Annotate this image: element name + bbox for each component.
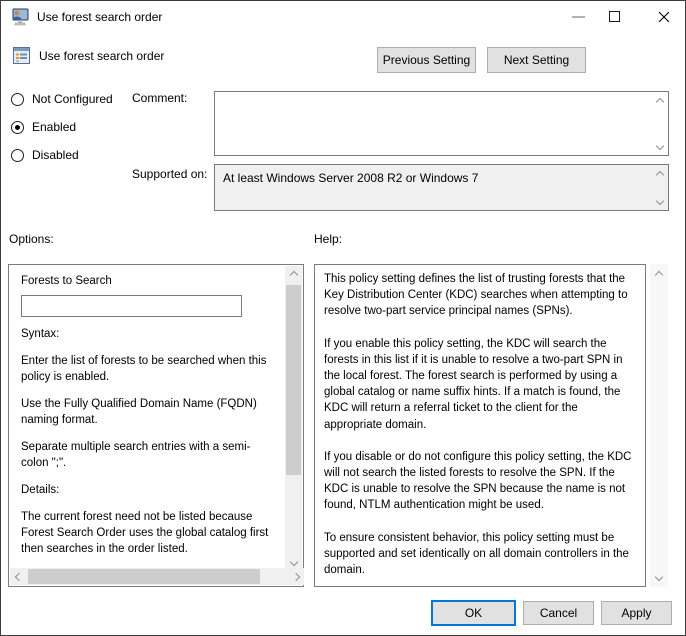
supported-on-value: At least Windows Server 2008 R2 or Windo… xyxy=(215,165,668,185)
radio-label: Enabled xyxy=(32,120,76,134)
maximize-button[interactable] xyxy=(597,1,631,32)
comment-textarea[interactable] xyxy=(216,93,650,154)
options-label: Options: xyxy=(9,232,54,246)
comment-scroll-up-button[interactable] xyxy=(651,93,668,110)
chevron-down-icon xyxy=(655,196,663,204)
supported-scroll-up-icon xyxy=(651,166,668,183)
radio-label: Not Configured xyxy=(32,92,113,106)
window-title: Use forest search order xyxy=(37,1,162,32)
syntax-paragraph: Enter the list of forests to be searched… xyxy=(21,353,277,385)
policy-title: Use forest search order xyxy=(39,47,164,64)
supported-on-box: At least Windows Server 2008 R2 or Windo… xyxy=(214,164,669,211)
chevron-up-icon xyxy=(655,97,663,105)
help-vertical-scrollbar[interactable] xyxy=(650,264,668,587)
details-paragraph: The current forest need not be listed be… xyxy=(21,509,277,557)
options-panel: Forests to Search Syntax: Enter the list… xyxy=(8,264,304,587)
next-setting-button[interactable]: Next Setting xyxy=(487,47,586,73)
help-panel: This policy setting defines the list of … xyxy=(314,264,646,587)
title-bar: Use forest search order xyxy=(1,1,685,32)
scroll-thumb[interactable] xyxy=(28,569,260,584)
forests-to-search-label: Forests to Search xyxy=(21,273,277,289)
minimize-button[interactable] xyxy=(561,1,595,32)
radio-label: Disabled xyxy=(32,148,79,162)
details-heading: Details: xyxy=(21,482,277,498)
options-vertical-scrollbar[interactable] xyxy=(285,266,302,570)
policy-setting-icon xyxy=(13,47,30,64)
chevron-up-icon xyxy=(289,270,297,278)
help-label: Help: xyxy=(314,232,342,246)
options-content: Forests to Search Syntax: Enter the list… xyxy=(10,266,287,570)
minimize-icon xyxy=(572,16,585,18)
close-button[interactable] xyxy=(647,1,681,32)
supported-on-label: Supported on: xyxy=(132,167,207,181)
chevron-down-icon xyxy=(289,557,297,565)
apply-button[interactable]: Apply xyxy=(601,601,672,625)
supported-scroll-down-icon xyxy=(651,192,668,209)
previous-setting-button[interactable]: Previous Setting xyxy=(377,47,476,73)
chevron-down-icon xyxy=(655,141,663,149)
help-paragraph: To ensure consistent behavior, this poli… xyxy=(324,530,636,579)
chevron-left-icon xyxy=(14,572,22,580)
syntax-heading: Syntax: xyxy=(21,326,277,342)
chevron-up-icon xyxy=(654,270,662,278)
radio-not-configured[interactable]: Not Configured xyxy=(11,92,113,106)
chevron-right-icon xyxy=(291,572,299,580)
help-paragraph: This policy setting defines the list of … xyxy=(324,271,636,320)
scroll-thumb[interactable] xyxy=(286,285,301,475)
radio-disabled[interactable]: Disabled xyxy=(11,148,79,162)
cancel-button[interactable]: Cancel xyxy=(523,601,594,625)
help-paragraph: If you disable or do not configure this … xyxy=(324,449,636,514)
chevron-up-icon xyxy=(655,170,663,178)
scroll-right-button[interactable] xyxy=(287,568,304,585)
scroll-up-button[interactable] xyxy=(285,266,302,283)
policy-setting-dialog: Use forest search order Use forest searc… xyxy=(0,0,686,636)
help-paragraph: If you enable this policy setting, the K… xyxy=(324,336,636,433)
comment-scroll-down-button[interactable] xyxy=(651,137,668,154)
comment-textarea-box xyxy=(214,91,669,156)
help-content: This policy setting defines the list of … xyxy=(316,266,644,585)
scroll-left-button[interactable] xyxy=(10,568,27,585)
radio-circle-icon xyxy=(11,121,24,134)
scroll-down-button[interactable] xyxy=(650,568,667,585)
chevron-down-icon xyxy=(654,572,662,580)
ok-button[interactable]: OK xyxy=(431,600,516,626)
scroll-up-button[interactable] xyxy=(650,266,667,283)
radio-circle-icon xyxy=(11,149,24,162)
close-icon xyxy=(658,11,670,23)
radio-enabled[interactable]: Enabled xyxy=(11,120,76,134)
syntax-paragraph: Use the Fully Qualified Domain Name (FQD… xyxy=(21,396,277,428)
forests-to-search-input[interactable] xyxy=(21,295,242,317)
syntax-paragraph: Separate multiple search entries with a … xyxy=(21,439,277,471)
maximize-icon xyxy=(609,11,620,22)
options-horizontal-scrollbar[interactable] xyxy=(10,568,304,585)
comment-label: Comment: xyxy=(132,91,187,105)
radio-circle-icon xyxy=(11,93,24,106)
group-policy-monitor-icon xyxy=(11,8,29,26)
